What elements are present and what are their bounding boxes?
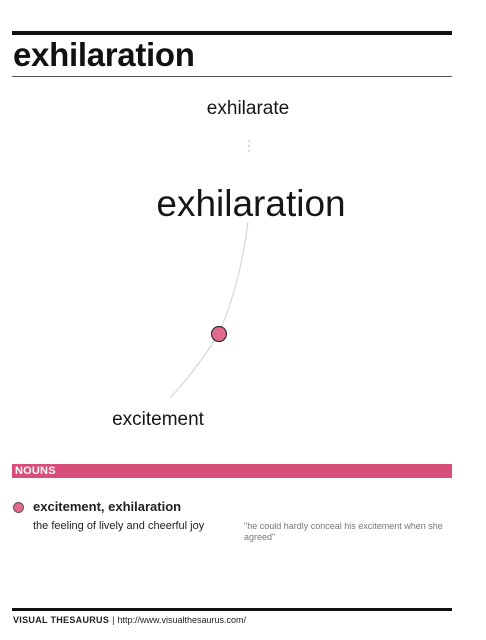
graph-edges [169,140,250,399]
sense-words: excitement, exhilaration [33,499,182,514]
word-graph: exhilarate exhilaration excitement [0,0,486,460]
related-word-node[interactable]: exhilarate [207,98,289,120]
footer-brand: VISUAL THESAURUS [13,615,110,625]
sense-definition: the feeling of lively and cheerful joy [33,520,205,532]
synonym-word-node[interactable]: excitement [112,409,204,431]
bottom-rule [12,608,452,611]
footer-separator: | [112,615,115,625]
main-word-node[interactable]: exhilaration [156,183,345,225]
edge-meaning-to-synonym [169,337,217,399]
edge-main-to-meaning [218,221,249,334]
meaning-node[interactable] [210,325,228,343]
sense-example: "he could hardly conceal his excitement … [244,521,443,542]
sense-bullet-icon [13,502,24,513]
section-label: NOUNS [15,465,56,477]
footer: VISUAL THESAURUS | http://www.visualthesau… [13,615,246,625]
footer-url-link[interactable]: http://www.visualthesaurus.com/ [118,615,247,625]
nouns-section-bar: NOUNS [12,464,452,478]
